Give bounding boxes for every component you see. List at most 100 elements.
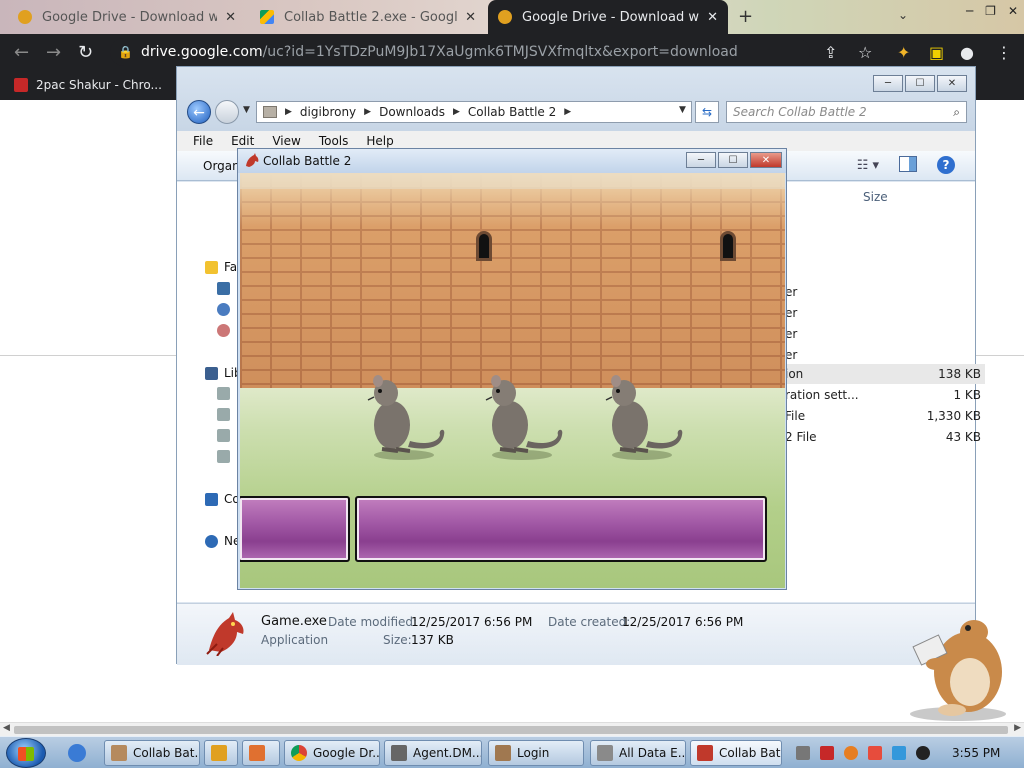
taskbar-item-login[interactable]: Login <box>488 740 584 766</box>
forward-arrow-icon[interactable]: → <box>46 42 61 63</box>
breadcrumb[interactable]: ▶ digibrony ▶ Downloads ▶ Collab Battle … <box>256 101 692 123</box>
back-button[interactable]: ← <box>187 100 211 124</box>
nav-downloads[interactable] <box>217 303 236 316</box>
nav-documents[interactable] <box>217 387 236 400</box>
taskbar-item-game[interactable]: Collab Bat... <box>690 740 782 766</box>
close-tab-icon[interactable]: ✕ <box>465 10 476 25</box>
rat-enemy-sprite[interactable] <box>596 369 686 461</box>
scroll-right-icon[interactable]: ▶ <box>1014 723 1021 733</box>
taskbar-item-agent[interactable]: Agent.DM... <box>384 740 482 766</box>
nav-pictures[interactable] <box>217 429 236 442</box>
start-button[interactable] <box>6 738 46 768</box>
table-row[interactable]: ration sett... 1 KB <box>785 385 985 405</box>
column-header-size[interactable]: Size <box>863 190 888 204</box>
rat-enemy-sprite[interactable] <box>476 369 566 461</box>
extensions-puzzle-icon[interactable]: ✦ <box>897 43 910 62</box>
side-panel-icon[interactable]: ▣ <box>929 43 944 62</box>
preview-pane-icon[interactable] <box>899 156 917 172</box>
tab-search-chevron-icon[interactable]: ⌄ <box>898 8 908 22</box>
tray-app-icon[interactable] <box>796 746 810 760</box>
tray-search-icon[interactable] <box>844 746 858 760</box>
row-type: ion <box>785 367 804 381</box>
bookmark-item[interactable]: 2pac Shakur - Chro... <box>14 78 162 92</box>
table-row[interactable]: er <box>785 303 985 323</box>
table-row[interactable]: er <box>785 324 985 344</box>
chevron-right-icon[interactable]: ▶ <box>564 107 571 117</box>
tray-volume-icon[interactable] <box>916 746 930 760</box>
taskbar-item-app[interactable] <box>242 740 280 766</box>
nav-recent[interactable] <box>217 324 236 337</box>
chevron-right-icon[interactable]: ▶ <box>285 107 292 117</box>
internet-explorer-icon[interactable] <box>68 744 86 762</box>
minimize-button[interactable]: ─ <box>686 152 716 168</box>
search-box[interactable]: ⌕ <box>726 101 967 123</box>
reload-icon[interactable]: ↻ <box>78 42 93 63</box>
search-icon[interactable]: ⌕ <box>953 105 960 120</box>
bookmark-star-icon[interactable]: ☆ <box>858 43 872 62</box>
party-command-window[interactable] <box>240 496 350 562</box>
menu-file[interactable]: File <box>193 134 213 148</box>
chevron-right-icon[interactable]: ▶ <box>364 107 371 117</box>
table-row[interactable]: er <box>785 345 985 365</box>
close-button[interactable]: ✕ <box>937 75 967 92</box>
maximize-button[interactable]: ☐ <box>905 75 935 92</box>
recent-pages-chevron-icon[interactable]: ▼ <box>243 105 250 115</box>
rat-enemy-sprite[interactable] <box>358 369 448 461</box>
nav-computer[interactable]: Co <box>205 492 240 506</box>
maximize-button[interactable]: ☐ <box>718 152 748 168</box>
search-input[interactable] <box>733 105 954 119</box>
chrome-tab-3-active[interactable]: Google Drive - Download warnin ✕ <box>488 0 728 34</box>
taskbar-item-chrome[interactable]: Google Dr... <box>284 740 380 766</box>
address-dropdown-icon[interactable]: ▼ <box>679 105 686 115</box>
close-tab-icon[interactable]: ✕ <box>225 10 236 25</box>
table-row[interactable]: 2 File 43 KB <box>785 427 985 447</box>
refresh-button[interactable]: ⇆ <box>695 101 719 123</box>
tray-flag-icon[interactable] <box>868 746 882 760</box>
minimize-button[interactable]: ─ <box>873 75 903 92</box>
party-status-window[interactable] <box>355 496 767 562</box>
forward-button[interactable] <box>215 100 239 124</box>
taskbar-item-data[interactable]: All Data E... <box>590 740 686 766</box>
minimize-icon[interactable]: ─ <box>966 4 973 18</box>
scrollbar-thumb[interactable] <box>14 726 1008 734</box>
menu-tools[interactable]: Tools <box>319 134 349 148</box>
share-icon[interactable]: ⇪ <box>824 43 837 62</box>
restore-icon[interactable]: ❐ <box>985 4 996 18</box>
change-view-icon[interactable]: ☷ ▾ <box>857 158 879 173</box>
help-icon[interactable]: ? <box>937 156 955 174</box>
breadcrumb-item[interactable]: digibrony <box>300 105 356 119</box>
nav-network[interactable]: Ne <box>205 534 240 548</box>
battle-scene[interactable] <box>240 173 785 588</box>
taskbar-item-media[interactable] <box>204 740 238 766</box>
table-row-selected[interactable]: ion 138 KB <box>785 364 985 384</box>
menu-edit[interactable]: Edit <box>231 134 254 148</box>
close-window-icon[interactable]: ✕ <box>1008 4 1018 18</box>
new-tab-button[interactable]: + <box>738 6 753 27</box>
close-button[interactable]: ✕ <box>750 152 782 168</box>
chrome-tab-2[interactable]: Collab Battle 2.exe - Google Dr ✕ <box>250 2 486 32</box>
taskbar-clock[interactable]: 3:55 PM <box>952 746 1000 760</box>
tray-vivaldi-icon[interactable] <box>820 746 834 760</box>
horizontal-scrollbar[interactable]: ◀ ▶ <box>0 722 1024 736</box>
chevron-right-icon[interactable]: ▶ <box>453 107 460 117</box>
taskbar-item-explorer[interactable]: Collab Bat... <box>104 740 200 766</box>
scroll-left-icon[interactable]: ◀ <box>3 723 10 733</box>
breadcrumb-item[interactable]: Downloads <box>379 105 445 119</box>
address-bar[interactable]: 🔒 drive.google.com/uc?id=1YsTDzPuM9Jb17X… <box>110 38 810 66</box>
table-row[interactable]: er <box>785 282 985 302</box>
breadcrumb-item[interactable]: Collab Battle 2 <box>468 105 556 119</box>
nav-music[interactable] <box>217 408 236 421</box>
menu-view[interactable]: View <box>272 134 300 148</box>
nav-videos[interactable] <box>217 450 236 463</box>
chrome-tab-1[interactable]: Google Drive - Download warni ✕ <box>8 2 246 32</box>
close-tab-icon[interactable]: ✕ <box>707 10 718 25</box>
nav-desktop[interactable] <box>217 282 236 295</box>
nav-favorites[interactable]: Fa <box>205 260 237 274</box>
tray-display-icon[interactable] <box>892 746 906 760</box>
game-title-bar[interactable]: Collab Battle 2 ─ ☐ ✕ <box>238 149 786 173</box>
profile-avatar-icon[interactable]: ● <box>960 43 974 62</box>
menu-kebab-icon[interactable]: ⋮ <box>996 43 1012 62</box>
menu-help[interactable]: Help <box>366 134 393 148</box>
table-row[interactable]: File 1,330 KB <box>785 406 985 426</box>
back-arrow-icon[interactable]: ← <box>14 42 29 63</box>
